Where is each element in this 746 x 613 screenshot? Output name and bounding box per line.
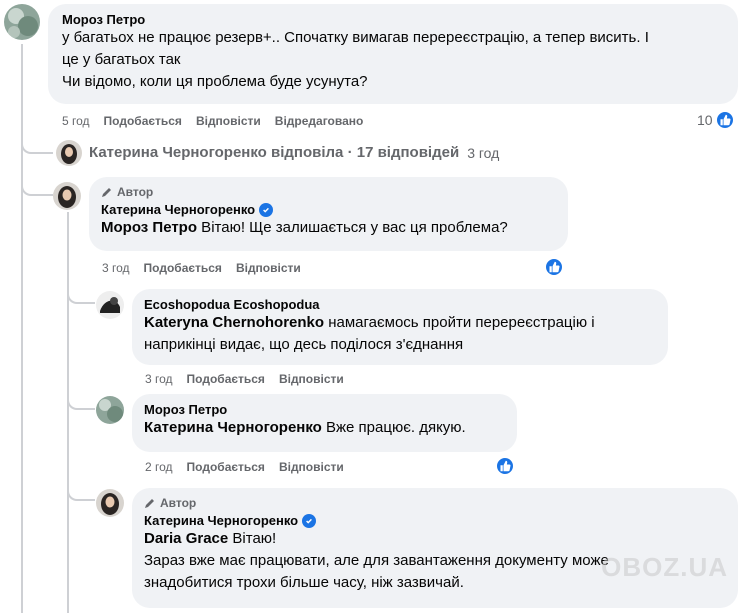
reply-author[interactable]: Катерина Черногоренко (101, 202, 556, 217)
comment-author[interactable]: Мороз Петро (62, 12, 724, 27)
mention-link[interactable]: Kateryna Chernohorenko (144, 314, 324, 331)
like-button[interactable]: Подобається (144, 261, 222, 275)
like-reaction-icon (714, 110, 735, 130)
pencil-icon (102, 188, 111, 197)
replies-time: 3 год (467, 144, 500, 161)
view-replies-link[interactable]: Катерина Черногоренко відповіла · 17 від… (89, 144, 499, 161)
reply-bubble: Ecoshopodua Ecoshopodua Kateryna Chernoh… (132, 289, 668, 365)
avatar[interactable] (96, 489, 124, 517)
avatar[interactable] (4, 4, 40, 40)
thread-curve-reply1 (21, 180, 53, 196)
reply-text-body: Вже працює. дякую. (321, 419, 466, 436)
mention-link[interactable]: Катерина Черногоренко (144, 419, 322, 436)
reply-actions: 3 год Подобається Відповісти (145, 372, 344, 386)
reaction-count[interactable] (544, 257, 564, 277)
reply-text: Мороз Петро Вітаю! Ще залишається у вас … (101, 217, 556, 239)
thread-curve-reply3 (67, 393, 95, 410)
reply-time[interactable]: 3 год (145, 372, 173, 386)
author-badge: Автор (144, 496, 726, 510)
like-button[interactable]: Подобається (187, 372, 265, 386)
thread-curve-reply4 (67, 483, 95, 501)
reply-actions: 2 год Подобається Відповісти (145, 460, 344, 474)
thread-line-main (21, 44, 23, 613)
watermark: OBOZ.UA (601, 552, 728, 582)
reply-author[interactable]: Ecoshopodua Ecoshopodua (144, 297, 656, 312)
likes-number: 10 (697, 112, 713, 128)
replies-summary: Катерина Черногоренко відповіла · 17 від… (89, 144, 460, 161)
reply-button[interactable]: Відповісти (279, 460, 344, 474)
verified-icon (259, 202, 274, 217)
like-reaction-icon (495, 456, 515, 476)
mention-link[interactable]: Daria Grace (144, 530, 228, 547)
thread-curve-summary (21, 140, 53, 154)
comment-text-line2: це у багатьох так (62, 51, 181, 68)
reply-actions: 3 год Подобається Відповісти (102, 261, 301, 275)
reply-author[interactable]: Катерина Черногоренко (144, 513, 726, 528)
comment-text-line1: у багатьох не працює резерв+.. Спочатку … (62, 29, 649, 46)
like-button[interactable]: Подобається (187, 460, 265, 474)
comment-time[interactable]: 5 год (62, 114, 90, 128)
reply-button[interactable]: Відповісти (279, 372, 344, 386)
comment-bubble: Мороз Петро у багатьох не працює резерв+… (48, 4, 738, 104)
like-reaction-icon (544, 257, 564, 277)
pencil-icon (145, 499, 154, 508)
reply-text-line1: Kateryna Chernohorenko намагаємось пройт… (144, 312, 656, 334)
edited-label[interactable]: Відредаговано (275, 114, 364, 128)
reply-bubble: Автор Катерина Черногоренко Мороз Петро … (89, 177, 568, 251)
author-badge: Автор (101, 185, 556, 199)
reply-text-body: намагаємось пройти перереєстрацію і (324, 314, 595, 331)
reply-text-line1: Daria Grace Вітаю! (144, 528, 726, 550)
reaction-count[interactable]: 10 (697, 110, 735, 130)
reply-text: Катерина Черногоренко Вже працює. дякую. (144, 417, 505, 439)
reply-author-label: Катерина Черногоренко (144, 513, 299, 528)
reply-text-body: Вітаю! Ще залишається у вас ця проблема? (197, 219, 508, 236)
verified-icon (302, 513, 317, 528)
avatar[interactable] (56, 140, 82, 166)
reply-button[interactable]: Відповісти (196, 114, 261, 128)
reply-author[interactable]: Мороз Петро (144, 402, 505, 417)
avatar[interactable] (96, 396, 124, 424)
author-badge-label: Автор (160, 496, 197, 510)
reply-button[interactable]: Відповісти (236, 261, 301, 275)
reply-time[interactable]: 2 год (145, 460, 173, 474)
thread-line-nested (67, 212, 69, 613)
comment-actions: 5 год Подобається Відповісти Відредагова… (62, 114, 363, 128)
reply-bubble: Мороз Петро Катерина Черногоренко Вже пр… (132, 394, 517, 452)
mention-link[interactable]: Мороз Петро (101, 219, 197, 236)
thread-curve-reply2 (67, 287, 95, 304)
reply-bubble: Автор Катерина Черногоренко Daria Grace … (132, 488, 738, 608)
comment-text-line3: Чи відомо, коли ця проблема буде усунута… (62, 73, 368, 90)
avatar[interactable] (96, 291, 124, 319)
avatar[interactable] (53, 182, 81, 210)
reply-text-body: Вітаю! (228, 530, 277, 547)
reply-author-label: Катерина Черногоренко (101, 202, 256, 217)
like-button[interactable]: Подобається (104, 114, 182, 128)
author-badge-label: Автор (117, 185, 154, 199)
reply-text-line2: наприкінці видає, що десь поділося з'єдн… (144, 336, 464, 353)
reply-time[interactable]: 3 год (102, 261, 130, 275)
reaction-count[interactable] (495, 456, 515, 476)
